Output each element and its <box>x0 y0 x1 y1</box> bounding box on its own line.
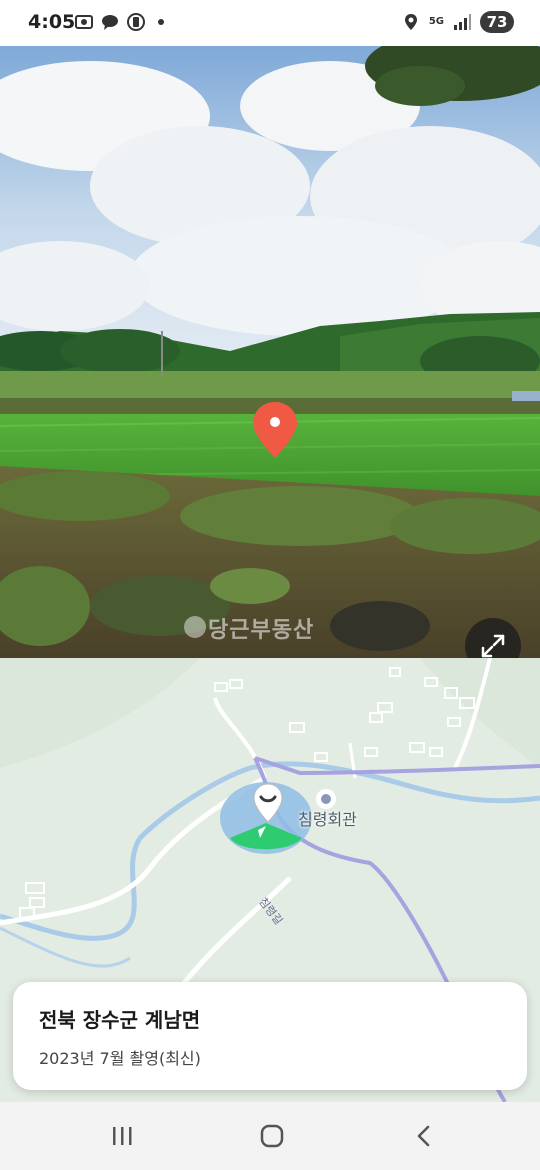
status-bar: 4:05 5G 73 <box>0 0 540 46</box>
status-time: 4:05 <box>28 11 76 33</box>
current-position-icon <box>253 783 283 823</box>
recent-apps-button[interactable] <box>102 1120 142 1152</box>
capture-date: 2023년 7월 촬영(최신) <box>39 1049 201 1068</box>
watermark-logo-icon <box>184 616 206 638</box>
status-right-icons: 5G 73 <box>401 11 514 33</box>
network-type: 5G <box>428 16 444 27</box>
signal-icon <box>454 14 471 30</box>
chat-icon <box>102 15 118 30</box>
battery-indicator: 73 <box>480 11 514 33</box>
home-icon <box>260 1124 284 1148</box>
back-icon <box>417 1125 430 1147</box>
expand-arrows-icon <box>481 634 505 658</box>
battery-saver-icon <box>127 13 145 31</box>
navigation-bar <box>0 1102 540 1170</box>
recent-apps-icon <box>113 1127 132 1145</box>
notification-dot <box>158 19 164 25</box>
map-pin-icon[interactable] <box>251 400 299 460</box>
status-notification-icons <box>74 12 164 32</box>
location-icon <box>404 14 417 30</box>
street-view-image <box>0 46 540 658</box>
screenshot-icon <box>75 15 93 29</box>
poi-label[interactable]: 침령회관 <box>298 806 357 830</box>
location-info-card[interactable]: 전북 장수군 계남면 2023년 7월 촬영(최신) <box>13 982 527 1090</box>
back-button[interactable] <box>404 1120 444 1152</box>
home-button[interactable] <box>252 1120 292 1152</box>
street-view-panorama[interactable]: 당근부동산 <box>0 46 540 658</box>
location-title: 전북 장수군 계남면 <box>39 1008 201 1032</box>
watermark-text: 당근부동산 <box>208 618 315 643</box>
